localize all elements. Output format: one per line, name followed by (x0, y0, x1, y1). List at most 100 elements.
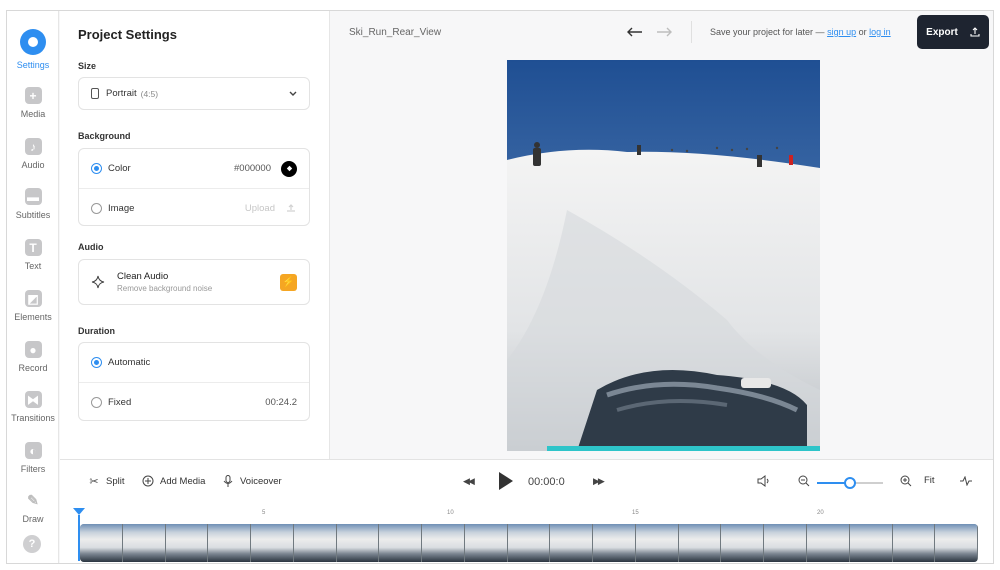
image-radio[interactable] (91, 202, 102, 214)
background-image-option[interactable]: Image Upload (79, 188, 309, 227)
filmstrip-frame (764, 524, 808, 562)
duration-card: Automatic Fixed 00:24.2 (78, 342, 310, 421)
size-dropdown[interactable]: Portrait (4:5) (78, 77, 310, 110)
rail-label-media: Media (20, 109, 46, 119)
color-value: #000000 (234, 163, 271, 174)
app-window: Settings + Media ♪ Audio ▬ Subtitles T T… (6, 10, 994, 564)
fast-forward-icon[interactable]: ▶▶ (593, 476, 605, 487)
rail-item-record[interactable]: ● Record (7, 337, 59, 385)
video-preview[interactable] (507, 60, 820, 451)
plus-icon: + (24, 87, 42, 104)
volume-icon[interactable] (757, 475, 771, 487)
automatic-radio[interactable] (91, 357, 102, 368)
record-icon: ● (24, 341, 42, 358)
microphone-icon (222, 475, 234, 487)
text-icon: T (24, 239, 42, 256)
rail-label-subtitles: Subtitles (15, 210, 51, 220)
rail-item-subtitles[interactable]: ▬ Subtitles (7, 184, 59, 232)
lightning-icon: ⚡ (280, 273, 297, 291)
redo-icon[interactable] (656, 25, 672, 43)
rail-item-transitions[interactable]: ⧓ Transitions (7, 387, 59, 435)
rail-item-filters[interactable]: ◐ Filters (7, 438, 59, 486)
fixed-duration-value: 00:24.2 (265, 396, 297, 408)
topbar-divider (691, 21, 692, 43)
duration-fixed-option[interactable]: Fixed 00:24.2 (79, 382, 309, 421)
zoom-in-icon[interactable] (900, 475, 912, 487)
audio-label: Audio (78, 242, 104, 252)
rail-item-draw[interactable]: ✎ Draw (7, 488, 59, 536)
background-card: Color #000000 Image Upload (78, 148, 310, 226)
playhead[interactable] (73, 508, 85, 515)
help-icon[interactable]: ? (23, 535, 41, 553)
settings-icon (20, 29, 46, 55)
filmstrip-frame (593, 524, 636, 562)
zoom-slider[interactable] (817, 477, 883, 489)
play-icon[interactable] (499, 472, 513, 490)
filmstrip-frame (464, 524, 508, 562)
video-track[interactable] (80, 524, 978, 562)
filmstrip-frame (635, 524, 679, 562)
sign-up-link[interactable]: sign up (827, 27, 856, 37)
rail-item-media[interactable]: + Media (7, 83, 59, 131)
fit-label: Fit (924, 475, 935, 486)
zoom-out-icon[interactable] (798, 475, 810, 487)
upload-icon (970, 27, 980, 37)
upload-label: Upload (244, 202, 275, 214)
rail-label-filters: Filters (20, 464, 46, 474)
portrait-icon (91, 88, 99, 99)
log-in-link[interactable]: log in (869, 27, 891, 37)
rail-label-elements: Elements (14, 312, 52, 322)
clean-audio-subtitle: Remove background noise (117, 284, 213, 293)
add-media-button[interactable]: Add Media (142, 475, 205, 487)
rail-item-elements[interactable]: ◩ Elements (7, 286, 59, 334)
color-radio[interactable] (91, 163, 102, 174)
playhead-line (78, 515, 80, 561)
rail-label-record: Record (18, 363, 48, 373)
waveform-icon[interactable] (960, 476, 972, 486)
export-button[interactable]: Export (917, 15, 989, 49)
filmstrip-frame (892, 524, 936, 562)
timeline-ruler: 5 10 15 20 (80, 510, 978, 522)
background-color-option[interactable]: Color #000000 (79, 149, 309, 188)
filmstrip-frame (422, 524, 465, 562)
filmstrip-frame (251, 524, 294, 562)
filmstrip-frame (80, 524, 123, 562)
background-label: Background (78, 131, 131, 141)
rail-item-settings[interactable]: Settings (7, 29, 59, 77)
filmstrip-frame (165, 524, 209, 562)
zoom-slider-knob[interactable] (844, 477, 856, 489)
fixed-radio[interactable] (91, 396, 102, 408)
filmstrip-frame (935, 524, 978, 562)
filmstrip-frame (379, 524, 423, 562)
image-option-label: Image (108, 202, 135, 214)
rail-item-audio[interactable]: ♪ Audio (7, 134, 59, 182)
rail-label-audio: Audio (21, 160, 45, 170)
project-name[interactable]: Ski_Run_Rear_View (349, 27, 441, 38)
duration-automatic-option[interactable]: Automatic (79, 343, 309, 382)
size-ratio: (4:5) (140, 88, 159, 99)
pencil-icon: ✎ (27, 492, 39, 508)
split-button[interactable]: ✂ Split (88, 475, 124, 488)
time-display: 00:00:0 (528, 476, 565, 488)
rail-label-text: Text (24, 261, 42, 271)
voiceover-button[interactable]: Voiceover (222, 475, 282, 487)
filmstrip-frame (849, 524, 893, 562)
automatic-option-label: Automatic (108, 357, 151, 368)
color-swatch[interactable] (281, 160, 297, 177)
filmstrip-frame (208, 524, 252, 562)
left-rail: Settings + Media ♪ Audio ▬ Subtitles T T… (7, 11, 59, 563)
size-value: Portrait (106, 88, 137, 99)
elements-icon: ◩ (24, 290, 42, 307)
rail-item-text[interactable]: T Text (7, 235, 59, 283)
ruler-tick: 15 (632, 510, 639, 516)
undo-icon[interactable] (627, 25, 643, 43)
add-circle-icon (142, 475, 154, 487)
clean-audio-title: Clean Audio (117, 271, 169, 282)
filmstrip-frame (122, 524, 166, 562)
panel-title: Project Settings (78, 27, 177, 42)
clean-audio-card[interactable]: Clean Audio Remove background noise ⚡ (78, 259, 310, 305)
save-project-text: Save your project for later — sign up or… (710, 27, 891, 37)
rail-label-transitions: Transitions (11, 413, 55, 423)
rewind-icon[interactable]: ◀◀ (463, 476, 475, 487)
fit-button[interactable]: Fit (924, 475, 935, 486)
